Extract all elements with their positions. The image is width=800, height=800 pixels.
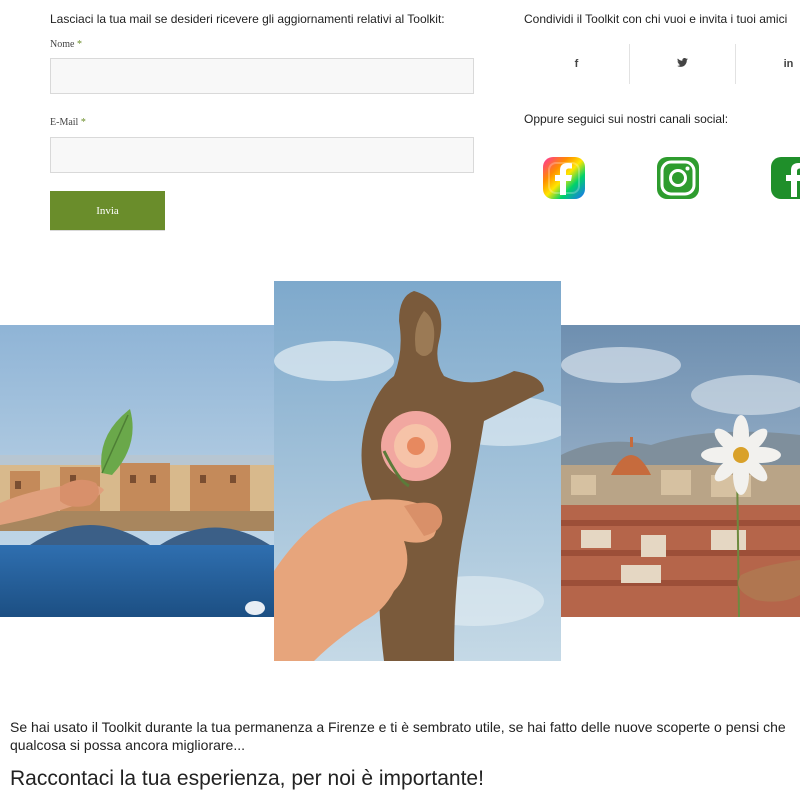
name-field[interactable] [50, 58, 474, 94]
statue-rose-photo [274, 281, 561, 661]
florence-duomo-flower-photo [561, 325, 800, 617]
required-mark: * [80, 117, 86, 128]
name-label: Nome * [50, 39, 82, 50]
feedback-paragraph: Se hai usato il Toolkit durante la tua p… [10, 719, 786, 753]
instagram-icon[interactable] [657, 157, 699, 199]
name-label-text: Nome [50, 39, 75, 50]
share-twitter-button[interactable] [630, 44, 735, 84]
share-text: Condividi il Toolkit con chi vuoi e invi… [524, 12, 788, 26]
email-label: E-Mail * [50, 117, 86, 128]
feedback-heading: Raccontaci la tua esperienza, per noi è … [10, 767, 484, 790]
facebook-gradient-icon[interactable] [543, 157, 585, 199]
follow-text: Oppure seguici sui nostri canali social: [524, 112, 729, 126]
required-mark: * [76, 39, 82, 50]
facebook-green-icon[interactable] [771, 157, 800, 199]
facebook-icon: f [574, 58, 579, 70]
linkedin-icon: in [783, 58, 794, 70]
submit-button[interactable]: Invia [50, 191, 165, 230]
email-label-text: E-Mail [50, 117, 79, 128]
share-facebook-button[interactable]: f [524, 44, 629, 84]
email-field[interactable] [50, 137, 474, 173]
newsletter-intro: Lasciaci la tua mail se desideri ricever… [50, 12, 445, 26]
share-linkedin-button[interactable]: in [736, 44, 800, 84]
ponte-vecchio-leaf-photo [0, 325, 274, 617]
twitter-icon [677, 58, 688, 70]
